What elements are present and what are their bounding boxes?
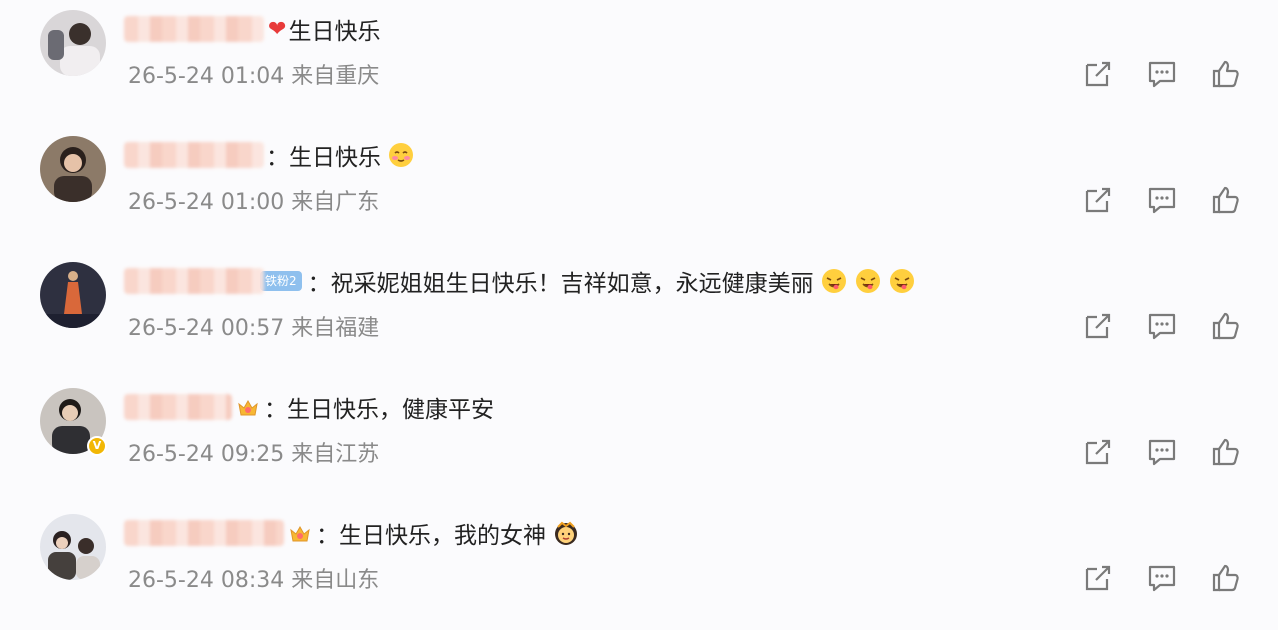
thumbs-up-icon[interactable] <box>1210 184 1242 216</box>
comment-item: ❤ 生日快乐 26-5-24 01:04 来自重庆 <box>0 0 1278 126</box>
comment-line: ： 生日快乐 <box>124 138 415 172</box>
timestamp: 26-5-24 01:04 <box>128 64 285 89</box>
avatar[interactable] <box>40 10 106 76</box>
comment-actions <box>1082 436 1242 468</box>
comment-icon[interactable] <box>1146 184 1178 216</box>
verified-badge: V <box>87 436 107 456</box>
comment-item: V ： 生日快乐，健康平安 26-5-24 09:25 来自江苏 <box>0 378 1278 504</box>
share-icon[interactable] <box>1082 184 1114 216</box>
username[interactable] <box>124 268 264 294</box>
comment-text: 生日快乐 <box>288 19 381 45</box>
heart-icon: ❤ <box>268 16 287 42</box>
tongue-out-emoji-icon <box>855 269 880 293</box>
comment-text: 生日快乐 <box>289 145 381 171</box>
comment-item: 铁粉2 ： 祝采妮姐姐生日快乐！吉祥如意，永远健康美丽 26-5-24 00:5… <box>0 252 1278 378</box>
comment-meta: 26-5-24 09:25 来自江苏 <box>128 436 379 468</box>
comment-actions <box>1082 310 1242 342</box>
timestamp: 26-5-24 01:00 <box>128 190 285 215</box>
comment-text: 生日快乐，健康平安 <box>287 397 494 423</box>
avatar[interactable] <box>40 136 106 202</box>
comment-meta: 26-5-24 01:00 来自广东 <box>128 184 379 216</box>
timestamp: 26-5-24 00:57 <box>128 316 285 341</box>
comment-icon[interactable] <box>1146 562 1178 594</box>
thumbs-up-icon[interactable] <box>1210 310 1242 342</box>
thumbs-up-icon[interactable] <box>1210 562 1242 594</box>
goddess-emoji-icon <box>555 521 577 545</box>
crown-icon <box>238 399 258 416</box>
location: 来自江苏 <box>291 442 380 467</box>
comment-meta: 26-5-24 08:34 来自山东 <box>128 562 379 594</box>
thumbs-up-icon[interactable] <box>1210 58 1242 90</box>
comment-text: 祝采妮姐姐生日快乐！吉祥如意，永远健康美丽 <box>330 271 814 297</box>
comment-meta: 26-5-24 01:04 来自重庆 <box>128 58 379 90</box>
separator: ： <box>266 145 289 171</box>
avatar[interactable] <box>40 514 106 580</box>
username[interactable] <box>124 394 232 420</box>
username[interactable] <box>124 520 284 546</box>
location: 来自广东 <box>291 190 380 215</box>
comment-line: ： 生日快乐，健康平安 <box>124 390 494 424</box>
comment-icon[interactable] <box>1146 58 1178 90</box>
comment-line: 铁粉2 ： 祝采妮姐姐生日快乐！吉祥如意，永远健康美丽 <box>124 264 916 298</box>
comment-line: ❤ 生日快乐 <box>124 12 380 46</box>
username[interactable] <box>124 16 264 42</box>
crown-icon <box>290 525 310 542</box>
username[interactable] <box>124 142 264 168</box>
tongue-out-emoji-icon <box>889 269 914 293</box>
tongue-out-emoji-icon <box>821 269 846 293</box>
separator: ： <box>264 397 287 423</box>
blush-emoji-icon <box>389 143 413 167</box>
fan-level-badge: 铁粉2 <box>260 271 302 291</box>
separator: ： <box>307 271 331 297</box>
avatar[interactable] <box>40 262 106 328</box>
comment-icon[interactable] <box>1146 436 1178 468</box>
location: 来自福建 <box>291 316 380 341</box>
comment-actions <box>1082 184 1242 216</box>
comment-text: 生日快乐，我的女神 <box>339 523 546 549</box>
comment-line: ： 生日快乐，我的女神 <box>124 516 580 550</box>
share-icon[interactable] <box>1082 310 1114 342</box>
comment-item: ： 生日快乐，我的女神 26-5-24 08:34 来自山东 <box>0 504 1278 630</box>
comment-item: ： 生日快乐 26-5-24 01:00 来自广东 <box>0 126 1278 252</box>
comment-meta: 26-5-24 00:57 来自福建 <box>128 310 379 342</box>
share-icon[interactable] <box>1082 58 1114 90</box>
comment-icon[interactable] <box>1146 310 1178 342</box>
location: 来自重庆 <box>291 64 380 89</box>
share-icon[interactable] <box>1082 436 1114 468</box>
comment-actions <box>1082 58 1242 90</box>
timestamp: 26-5-24 09:25 <box>128 442 285 467</box>
separator: ： <box>316 523 339 549</box>
location: 来自山东 <box>291 568 380 593</box>
share-icon[interactable] <box>1082 562 1114 594</box>
timestamp: 26-5-24 08:34 <box>128 568 285 593</box>
thumbs-up-icon[interactable] <box>1210 436 1242 468</box>
comment-actions <box>1082 562 1242 594</box>
